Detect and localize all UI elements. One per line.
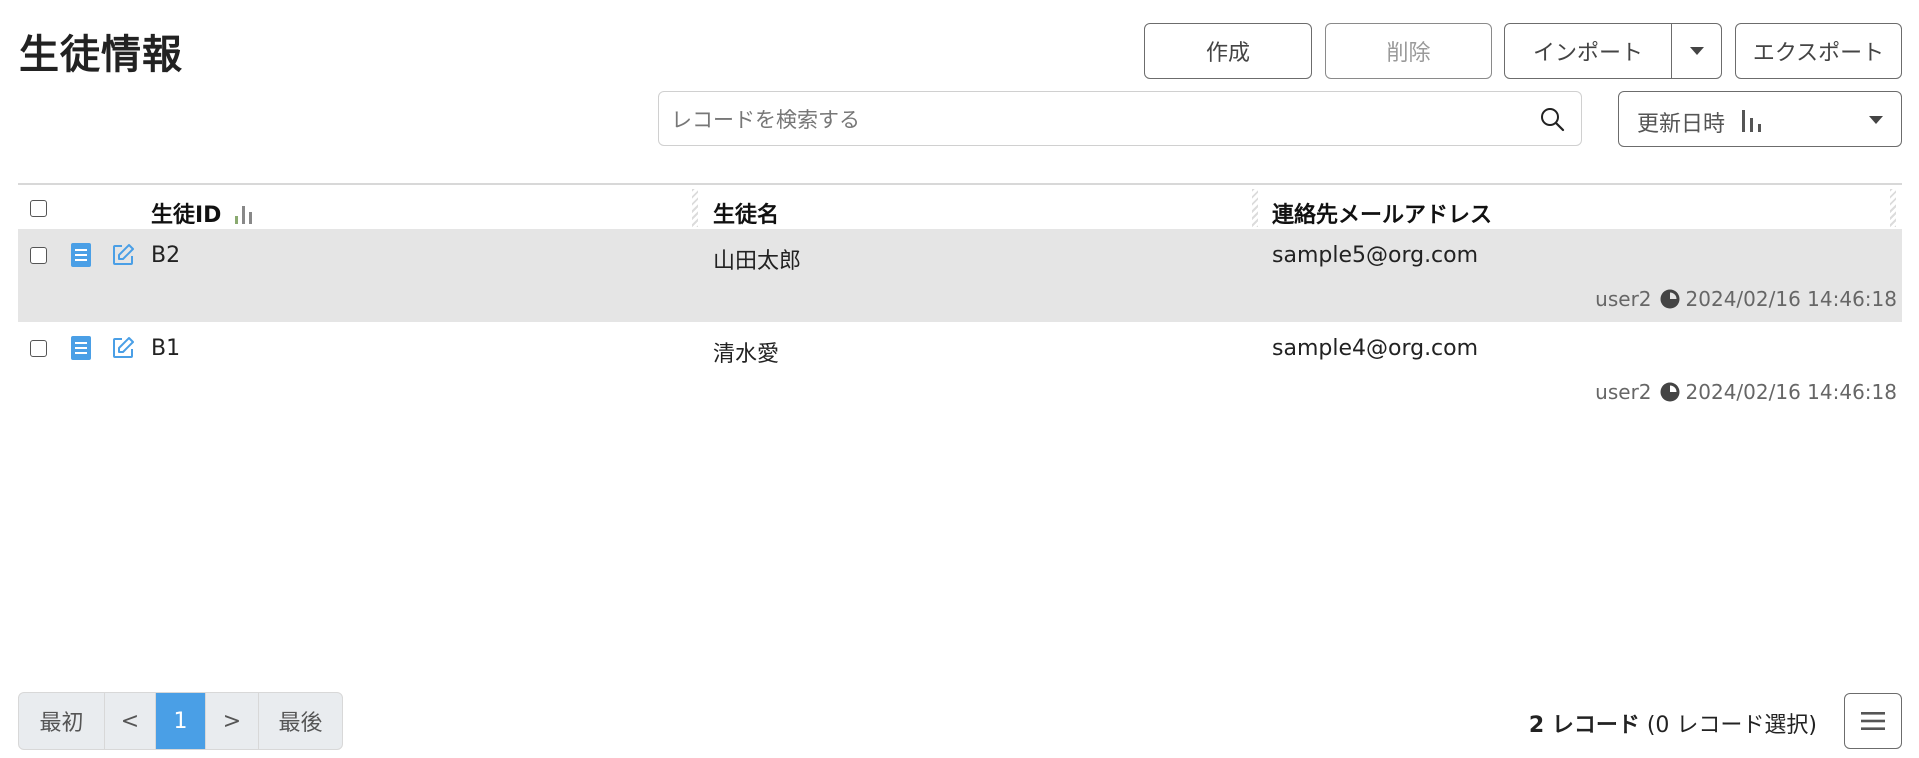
page-next-button[interactable]: > — [206, 693, 259, 749]
import-button[interactable]: インポート — [1504, 23, 1672, 79]
edit-icon[interactable] — [111, 336, 135, 360]
record-count: 2 レコード (0 レコード選択) — [1529, 707, 1817, 739]
page-prev-button[interactable]: < — [105, 693, 156, 749]
updated-by: user2 — [1595, 380, 1652, 404]
cell-student-name: 清水愛 — [713, 342, 780, 367]
table-header: 生徒ID 生徒名 連絡先メールアドレス — [18, 183, 1902, 229]
sort-bars-icon — [1742, 110, 1761, 132]
header-email[interactable]: 連絡先メールアドレス — [1272, 197, 1492, 229]
updated-at: 2024/02/16 14:46:18 — [1685, 287, 1897, 311]
create-button[interactable]: 作成 — [1144, 23, 1312, 79]
column-resize-handle[interactable] — [692, 189, 698, 227]
delete-button[interactable]: 削除 — [1325, 23, 1492, 79]
pagination: 最初 < 1 > 最後 — [18, 692, 343, 750]
row-checkbox[interactable] — [30, 247, 47, 264]
chevron-down-icon — [1689, 47, 1704, 55]
record-count-total: 2 レコード — [1528, 713, 1640, 738]
table-row[interactable]: B2 山田太郎 sample5@org.com user2 2024/02/16… — [18, 229, 1902, 322]
updated-by: user2 — [1595, 287, 1652, 311]
page-last-button[interactable]: 最後 — [259, 693, 342, 749]
table-row[interactable]: B1 清水愛 sample4@org.com user2 2024/02/16 … — [18, 322, 1902, 415]
clock-icon — [1660, 382, 1680, 402]
row-checkbox[interactable] — [30, 340, 47, 357]
cell-email: sample4@org.com — [1272, 336, 1479, 361]
select-all-checkbox[interactable] — [30, 200, 47, 217]
column-resize-handle[interactable] — [1252, 189, 1258, 227]
sort-select[interactable]: 更新日時 — [1618, 91, 1902, 147]
chevron-down-icon — [1869, 116, 1883, 124]
hamburger-menu-icon — [1861, 712, 1885, 730]
column-resize-handle[interactable] — [1890, 189, 1896, 227]
column-menu-button[interactable] — [1844, 693, 1902, 749]
header-student-id[interactable]: 生徒ID — [151, 197, 255, 229]
page-current-button[interactable]: 1 — [156, 693, 206, 749]
sort-label: 更新日時 — [1637, 112, 1726, 137]
cell-student-id: B2 — [151, 243, 181, 268]
records-table: 生徒ID 生徒名 連絡先メールアドレス B2 山田太郎 sample5@org.… — [18, 183, 1902, 415]
edit-icon[interactable] — [111, 243, 135, 267]
search-input[interactable] — [659, 92, 1533, 147]
updated-at: 2024/02/16 14:46:18 — [1685, 380, 1897, 404]
import-dropdown-button[interactable] — [1671, 23, 1722, 79]
search-box — [658, 91, 1582, 147]
cell-student-name: 山田太郎 — [713, 249, 802, 274]
clock-icon — [1660, 289, 1680, 309]
document-icon[interactable] — [71, 243, 91, 267]
header-student-name[interactable]: 生徒名 — [713, 197, 779, 229]
page-title: 生徒情報 — [19, 32, 183, 78]
search-icon[interactable] — [1539, 106, 1565, 132]
row-meta: user2 2024/02/16 14:46:18 — [1595, 380, 1897, 404]
cell-email: sample5@org.com — [1272, 243, 1479, 268]
page-first-button[interactable]: 最初 — [19, 693, 105, 749]
sort-bars-icon — [235, 206, 253, 224]
row-meta: user2 2024/02/16 14:46:18 — [1595, 287, 1897, 311]
export-button[interactable]: エクスポート — [1735, 23, 1902, 79]
document-icon[interactable] — [71, 336, 91, 360]
record-count-selected: (0 レコード選択) — [1639, 713, 1817, 738]
cell-student-id: B1 — [151, 336, 181, 361]
